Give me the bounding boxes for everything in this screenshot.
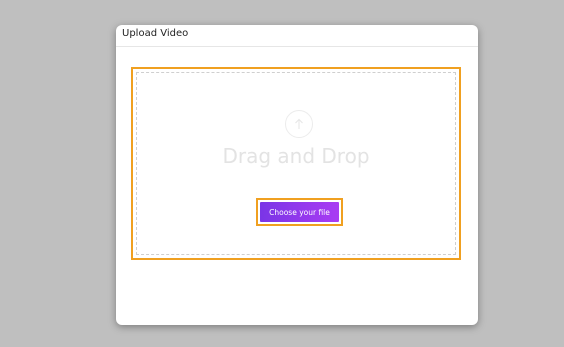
choose-file-highlight: Choose your file: [256, 198, 343, 226]
drag-and-drop-label: Drag and Drop: [222, 144, 370, 168]
dropzone[interactable]: Drag and Drop Choose your file: [136, 72, 456, 255]
choose-file-button[interactable]: Choose your file: [260, 202, 339, 222]
dropzone-highlight[interactable]: Drag and Drop Choose your file: [131, 67, 461, 260]
modal-title: Upload Video: [122, 28, 189, 39]
upload-video-modal: Upload Video Drag and Drop Choose your f…: [116, 25, 478, 325]
upload-arrow-icon: [285, 110, 313, 138]
modal-header: Upload Video: [116, 25, 478, 47]
